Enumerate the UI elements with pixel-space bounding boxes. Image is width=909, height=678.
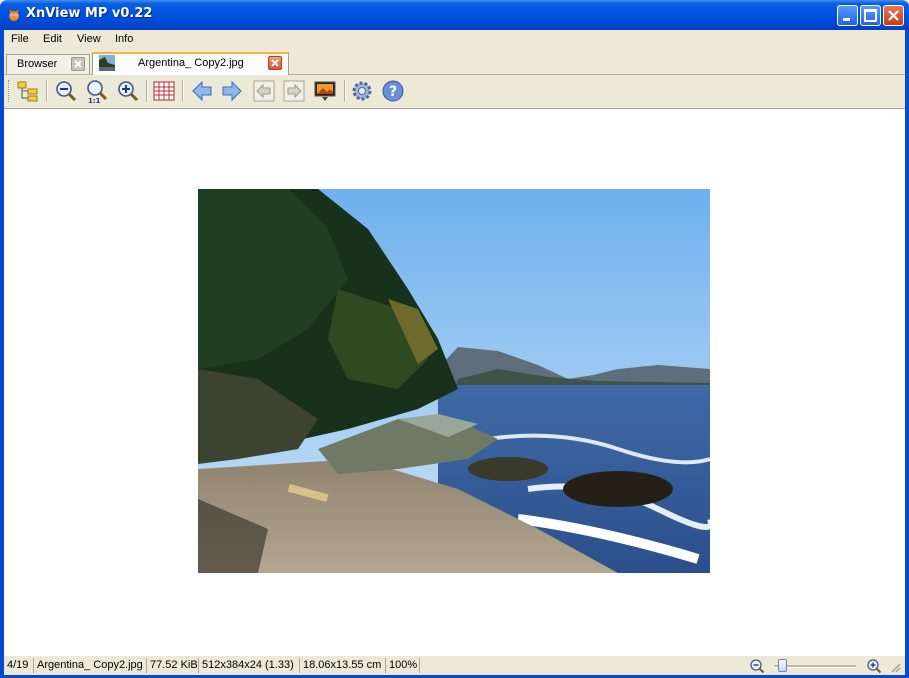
tab-browser[interactable]: Browser (6, 54, 90, 74)
app-window: XnView MP v0.22 File Edit View Info Brow… (0, 0, 909, 678)
tab-image[interactable]: Argentina_ Copy2.jpg (92, 52, 289, 75)
settings-gear-icon[interactable] (350, 79, 374, 103)
status-separator (385, 658, 386, 673)
toolbar-separator (46, 80, 48, 102)
zoom-out-icon[interactable] (54, 79, 78, 103)
svg-text:?: ? (389, 84, 397, 100)
window-frame-right (905, 30, 909, 678)
resize-grip-icon[interactable] (890, 662, 902, 674)
maximize-icon (864, 9, 877, 22)
status-separator (33, 658, 34, 673)
maximize-button[interactable] (860, 5, 881, 26)
xnview-app-icon (9, 9, 19, 21)
close-window-button[interactable] (883, 5, 904, 26)
status-separator (146, 658, 147, 673)
tab-image-close-button[interactable] (268, 56, 282, 70)
next-page-icon[interactable] (282, 79, 306, 103)
status-filesize: 77.52 KiB (150, 659, 198, 671)
zoom-slider[interactable] (770, 659, 858, 673)
slideshow-icon[interactable] (313, 79, 337, 103)
zoom-in-icon[interactable] (866, 658, 882, 674)
status-separator (419, 658, 420, 673)
status-separator (198, 658, 199, 673)
window-title: XnView MP v0.22 (26, 6, 153, 21)
status-bar: 4/19 Argentina_ Copy2.jpg 77.52 KiB 512x… (4, 655, 905, 675)
menu-edit[interactable]: Edit (43, 33, 62, 45)
status-dimensions: 512x384x24 (1.33) (202, 659, 294, 671)
grid-icon[interactable] (152, 79, 176, 103)
tab-browser-close-button[interactable] (71, 57, 85, 71)
close-icon (74, 60, 82, 68)
status-filename: Argentina_ Copy2.jpg (37, 659, 143, 671)
title-bar[interactable]: XnView MP v0.22 (0, 0, 909, 30)
browser-tree-icon[interactable] (16, 79, 40, 103)
status-index: 4/19 (7, 659, 29, 671)
previous-image-icon[interactable] (190, 79, 214, 103)
displayed-photo[interactable] (198, 189, 710, 573)
minimize-button[interactable] (837, 5, 858, 26)
toolbar-separator (182, 80, 184, 102)
menu-view[interactable]: View (77, 33, 101, 45)
close-icon (888, 10, 899, 21)
menu-file[interactable]: File (11, 33, 29, 45)
toolbar-grip[interactable] (8, 80, 11, 102)
toolbar-separator (344, 80, 346, 102)
help-icon[interactable]: ? (381, 79, 405, 103)
tab-strip: Browser Argentina_ Copy2.jpg (4, 50, 905, 75)
zoom-out-icon[interactable] (749, 658, 765, 674)
menu-info[interactable]: Info (115, 33, 133, 45)
image-thumbnail-icon (99, 55, 115, 71)
toolbar: 1:1 ? (4, 75, 905, 108)
minimize-icon (843, 18, 850, 21)
status-print-size: 18.06x13.55 cm (303, 659, 382, 671)
tab-browser-label: Browser (17, 58, 58, 70)
tab-image-label: Argentina_ Copy2.jpg (138, 57, 244, 69)
status-separator (299, 658, 300, 673)
toolbar-separator (146, 80, 148, 102)
zoom-actual-size-icon[interactable]: 1:1 (85, 79, 109, 103)
status-zoom: 100% (389, 659, 418, 671)
menu-bar: File Edit View Info (4, 30, 905, 50)
svg-text:1:1: 1:1 (88, 97, 101, 103)
next-image-icon[interactable] (220, 79, 244, 103)
zoom-slider-thumb[interactable] (778, 659, 787, 672)
close-icon (271, 59, 279, 67)
image-viewer[interactable] (4, 108, 905, 655)
previous-page-icon[interactable] (252, 79, 276, 103)
zoom-in-icon[interactable] (116, 79, 140, 103)
